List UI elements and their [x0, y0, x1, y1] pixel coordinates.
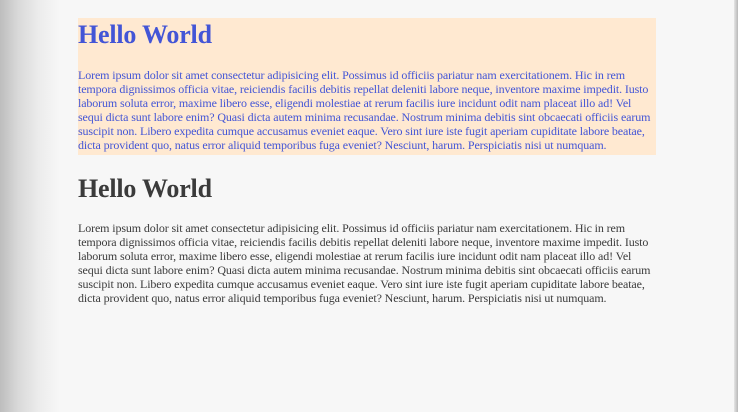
highlighted-paragraph: Lorem ipsum dolor sit amet consectetur a… — [78, 68, 651, 153]
highlighted-heading: Hello World — [78, 20, 212, 49]
page-content: Hello World Lorem ipsum dolor sit amet c… — [78, 18, 656, 305]
browser-page: Hello World Lorem ipsum dolor sit amet c… — [0, 0, 738, 412]
plain-paragraph: Lorem ipsum dolor sit amet consectetur a… — [78, 220, 651, 306]
left-shadow — [0, 0, 60, 412]
right-scroll-edge — [734, 0, 738, 412]
plain-section: Hello World Lorem ipsum dolor sit amet c… — [78, 172, 656, 306]
plain-heading: Hello World — [78, 173, 212, 203]
highlighted-section: Hello World Lorem ipsum dolor sit amet c… — [78, 18, 656, 155]
